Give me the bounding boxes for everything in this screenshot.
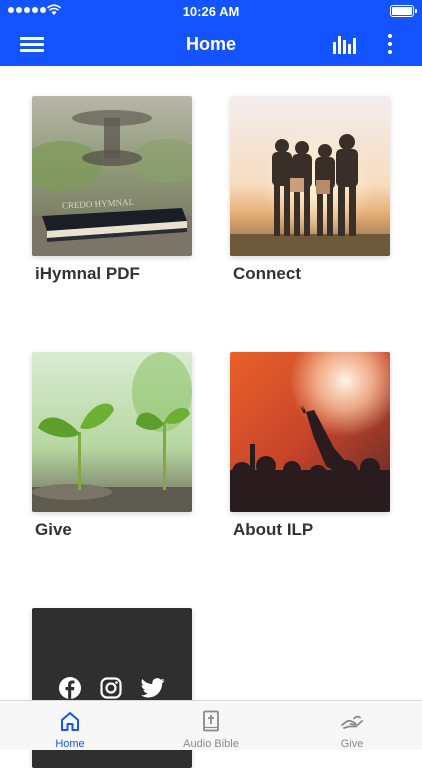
- tab-label: Audio Bible: [183, 738, 239, 750]
- tab-label: Give: [340, 738, 364, 750]
- app-bar: Home: [0, 22, 422, 66]
- give-image: [32, 352, 192, 512]
- about-ilp-image: [230, 352, 390, 512]
- bottom-tab-bar: Home Audio Bible Give: [0, 700, 422, 750]
- tab-audio-bible[interactable]: Audio Bible: [141, 701, 281, 751]
- ihymnal-image: CREDO HYMNAL: [32, 96, 192, 256]
- give-hand-icon: [341, 715, 363, 729]
- twitter-icon[interactable]: [140, 678, 165, 698]
- status-bar: 10:26 AM: [0, 0, 422, 22]
- card-label: iHymnal PDF: [35, 264, 140, 283]
- instagram-icon[interactable]: [100, 677, 122, 699]
- tab-label: Home: [55, 738, 85, 750]
- card-label: About ILP: [233, 520, 314, 539]
- card-give[interactable]: Give: [32, 352, 192, 539]
- battery-icon: [390, 5, 417, 17]
- tab-home[interactable]: Home: [0, 701, 140, 751]
- hamburger-menu-icon[interactable]: [20, 34, 44, 54]
- audio-levels-icon[interactable]: [333, 34, 357, 54]
- page-title: Home: [185, 34, 236, 54]
- card-about-ilp[interactable]: About ILP: [230, 352, 390, 539]
- card-ihymnal-pdf[interactable]: CREDO HYMNAL iHymnal PDF: [32, 96, 192, 283]
- status-time: 10:26 AM: [182, 4, 240, 19]
- card-label: Give: [35, 520, 72, 539]
- more-options-icon[interactable]: [385, 32, 395, 56]
- card-connect[interactable]: Connect: [230, 96, 390, 283]
- tab-give[interactable]: Give: [282, 701, 422, 751]
- card-label: Connect: [233, 264, 301, 283]
- bible-icon: [203, 710, 219, 732]
- connect-image: [230, 96, 390, 256]
- facebook-icon[interactable]: [59, 677, 81, 699]
- home-icon: [61, 712, 79, 731]
